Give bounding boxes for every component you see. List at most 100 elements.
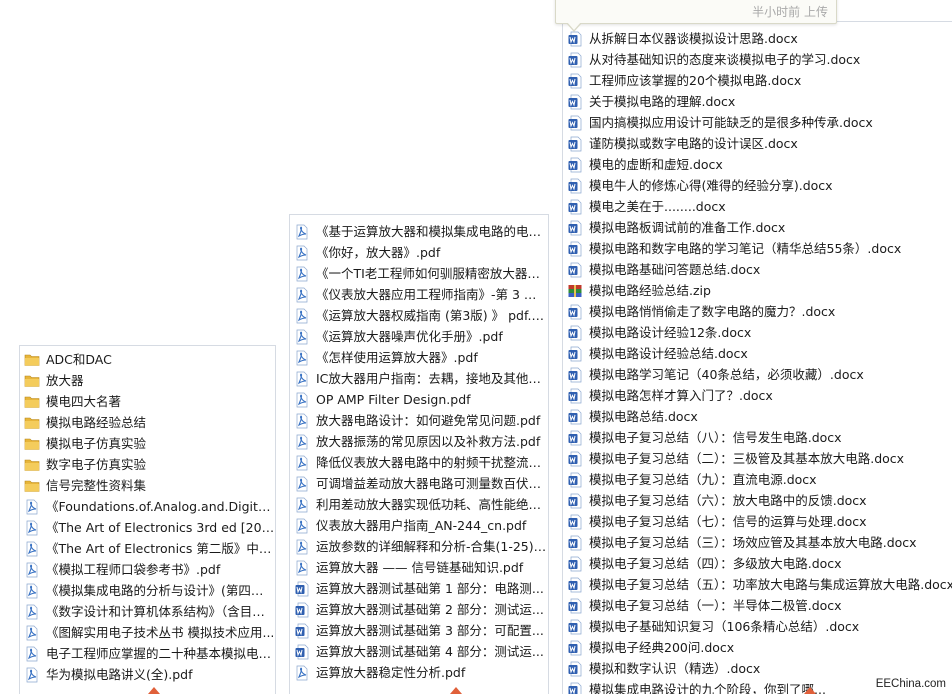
file-name: 运算放大器测试基础第 3 部分：可配置... [316,623,544,638]
file-item[interactable]: 运算放大器测试基础第 1 部分：电路测... [290,578,548,599]
file-item[interactable]: 工程师应该掌握的20个模拟电路.docx [563,70,952,91]
file-item[interactable]: 模拟电子经典200问.docx [563,637,952,658]
pdf-icon [294,518,310,534]
file-name: 模拟电路基础问答题总结.docx [589,262,761,277]
file-item[interactable]: 《模拟工程师口袋参考书》.pdf [20,559,275,580]
docx-icon [567,409,583,425]
file-item[interactable]: IC放大器用户指南：去耦，接地及其他一... [290,368,548,389]
file-item[interactable]: 模拟电子复习总结（五）：功率放大电路与集成运算放大电路.docx [563,574,952,595]
file-item[interactable]: 《图解实用电子技术丛书 模拟技术应用... [20,622,275,643]
file-item[interactable]: 《仪表放大器应用工程师指南》-第 3 版... [290,284,548,305]
docx-icon [567,535,583,551]
file-item[interactable]: 放大器振荡的常见原因以及补救方法.pdf [290,431,548,452]
file-item[interactable]: 模拟和数字认识（精选）.docx [563,658,952,679]
file-item[interactable]: 信号完整性资料集 [20,475,275,496]
file-item[interactable]: 运算放大器 —— 信号链基础知识.pdf [290,557,548,578]
file-item[interactable]: 《一个TI老工程师如何驯服精密放大器》... [290,263,548,284]
file-item[interactable]: 模电牛人的修炼心得(难得的经验分享).docx [563,175,952,196]
file-name: 模拟电子复习总结（八）：信号发生电路.docx [589,430,842,445]
folder-icon [24,457,40,473]
file-item[interactable]: 数字电子仿真实验 [20,454,275,475]
file-item[interactable]: 模拟电路经验总结 [20,412,275,433]
file-item[interactable]: 模拟电路经验总结.zip [563,280,952,301]
file-item[interactable]: ADC和DAC [20,349,275,370]
file-item[interactable]: 从对待基础知识的态度来谈模拟电子的学习.docx [563,49,952,70]
file-item[interactable]: 运算放大器测试基础第 2 部分：测试运... [290,599,548,620]
file-name: 《仪表放大器应用工程师指南》-第 3 版... [316,287,548,302]
file-item[interactable]: OP AMP Filter Design.pdf [290,389,548,410]
file-item[interactable]: 《怎样使用运算放大器》.pdf [290,347,548,368]
file-item[interactable]: 模拟电路悄悄偷走了数字电路的魔力？.docx [563,301,952,322]
file-name: 模拟电路设计经验总结.docx [589,346,748,361]
file-item[interactable]: 模拟电子复习总结（七）：信号的运算与处理.docx [563,511,952,532]
file-item[interactable]: 模拟电路板调试前的准备工作.docx [563,217,952,238]
file-name: 模拟电子仿真实验 [46,436,147,451]
file-item[interactable]: 模拟电路总结.docx [563,406,952,427]
file-name: 运算放大器 —— 信号链基础知识.pdf [316,560,524,575]
docx-icon [294,623,310,639]
pdf-icon [294,476,310,492]
pdf-icon [294,455,310,471]
file-item[interactable]: 关于模拟电路的理解.docx [563,91,952,112]
file-item[interactable]: 降低仪表放大器电路中的射频干扰整流误... [290,452,548,473]
file-item[interactable]: 放大器电路设计：如何避免常见问题.pdf [290,410,548,431]
file-name: 《图解实用电子技术丛书 模拟技术应用... [46,625,275,640]
file-item[interactable]: 模电四大名著 [20,391,275,412]
file-item[interactable]: 《The Art of Electronics 3rd ed [2015... [20,517,275,538]
file-item[interactable]: 《运算放大器噪声优化手册》.pdf [290,326,548,347]
file-item[interactable]: 模拟电子复习总结（四）：多级放大电路.docx [563,553,952,574]
file-item[interactable]: 模拟电子复习总结（一）：半导体二极管.docx [563,595,952,616]
file-item[interactable]: 从拆解日本仪器谈模拟设计思路.docx [563,28,952,49]
file-item[interactable]: 模拟电子复习总结（三）：场效应管及其基本放大电路.docx [563,532,952,553]
file-item[interactable]: 模拟电路基础问答题总结.docx [563,259,952,280]
file-item[interactable]: 《运算放大器权威指南 (第3版) 》 pdf.pdf [290,305,548,326]
pdf-icon [24,604,40,620]
file-item[interactable]: 华为模拟电路讲义(全).pdf [20,664,275,685]
docx-icon [567,157,583,173]
file-item[interactable]: 《基于运算放大器和模拟集成电路的电路... [290,221,548,242]
docx-icon [567,430,583,446]
file-item[interactable]: 模拟电子复习总结（六）：放大电路中的反馈.docx [563,490,952,511]
file-item[interactable]: 模拟电子复习总结（八）：信号发生电路.docx [563,427,952,448]
file-name: 信号完整性资料集 [46,478,147,493]
file-item[interactable]: 运放参数的详细解释和分析-合集(1-25).... [290,536,548,557]
file-item[interactable]: 模拟电子仿真实验 [20,433,275,454]
file-item[interactable]: 放大器 [20,370,275,391]
file-item[interactable]: 谨防模拟或数字电路的设计误区.docx [563,133,952,154]
folder-icon [24,394,40,410]
file-item[interactable]: 电子工程师应掌握的二十种基本模拟电路... [20,643,275,664]
file-item[interactable]: 模拟电子复习总结（九）：直流电源.docx [563,469,952,490]
file-item[interactable]: 模拟电路怎样才算入门了？.docx [563,385,952,406]
file-item[interactable]: 《模拟集成电路的分析与设计》(第四版... [20,580,275,601]
file-name: 模电的虚断和虚短.docx [589,157,723,172]
file-item[interactable]: 模拟电路设计经验总结.docx [563,343,952,364]
file-name: 降低仪表放大器电路中的射频干扰整流误... [316,455,548,470]
file-item[interactable]: 《The Art of Electronics 第二版》中文... [20,538,275,559]
file-item[interactable]: 模拟电路学习笔记（40条总结，必须收藏）.docx [563,364,952,385]
docx-icon [567,94,583,110]
docx-icon [567,388,583,404]
file-item[interactable]: 模拟电子基础知识复习（106条精心总结）.docx [563,616,952,637]
file-name: 华为模拟电路讲义(全).pdf [46,667,193,682]
file-item[interactable]: 国内搞模拟应用设计可能缺乏的是很多种传承.docx [563,112,952,133]
docx-icon [567,52,583,68]
file-item[interactable]: 模电的虚断和虚短.docx [563,154,952,175]
file-item[interactable]: 《你好，放大器》.pdf [290,242,548,263]
file-item[interactable]: 利用差动放大器实现低功耗、高性能绝对... [290,494,548,515]
file-item[interactable]: 模电之美在于........docx [563,196,952,217]
file-item[interactable]: 运算放大器稳定性分析.pdf [290,662,548,683]
docx-icon [567,262,583,278]
file-item[interactable]: 运算放大器测试基础第 4 部分：测试运... [290,641,548,662]
file-item[interactable]: 模拟电子复习总结（二）：三极管及其基本放大电路.docx [563,448,952,469]
file-item[interactable]: 《数字设计和计算机体系结构》（含目录... [20,601,275,622]
file-item[interactable]: 模拟电路和数字电路的学习笔记（精华总结55条）.docx [563,238,952,259]
file-item[interactable]: 《Foundations.of.Analog.and.Digital.E... [20,496,275,517]
file-item[interactable]: 可调增益差动放大器电路可测量数百伏电... [290,473,548,494]
pdf-icon [294,434,310,450]
docx-icon [567,493,583,509]
file-item[interactable]: 仪表放大器用户指南_AN-244_cn.pdf [290,515,548,536]
scroll-marker-icon [148,687,160,694]
file-item[interactable]: 模拟电路设计经验12条.docx [563,322,952,343]
file-item[interactable]: 运算放大器测试基础第 3 部分：可配置... [290,620,548,641]
docx-icon [567,136,583,152]
